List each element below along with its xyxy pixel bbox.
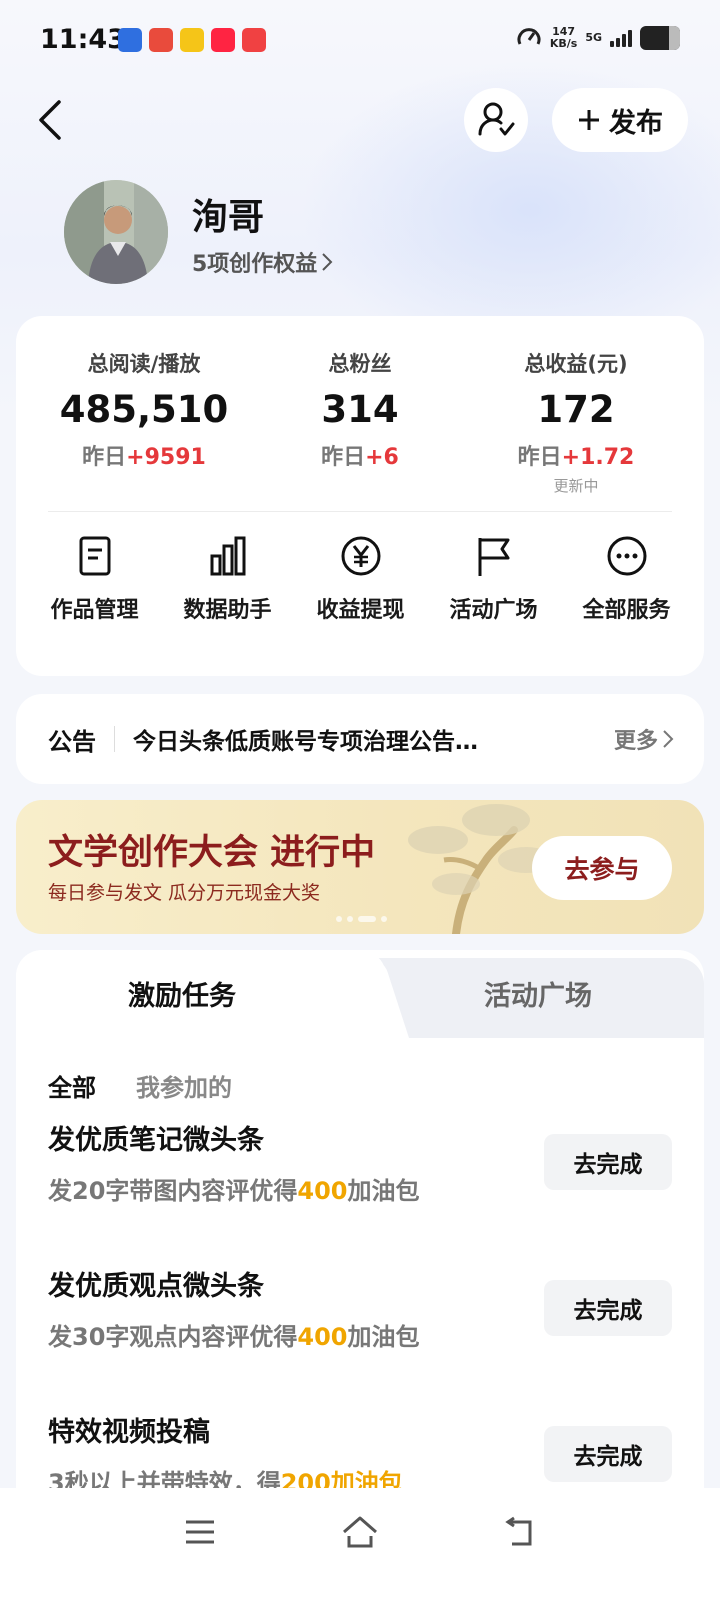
stat-value: 172 bbox=[537, 388, 615, 431]
more-label: 更多 bbox=[613, 729, 658, 754]
desc-suffix: 加油包 bbox=[347, 1177, 420, 1205]
benefits-label: 5项创作权益 bbox=[192, 252, 318, 277]
updating-note: 更新中 bbox=[553, 477, 599, 495]
more-icon bbox=[607, 536, 646, 576]
announcement-bar[interactable]: 公告 今日头条低质账号专项治理公告… 更多 bbox=[16, 694, 704, 784]
app-notification-icon bbox=[242, 28, 266, 52]
switch-account-button[interactable] bbox=[464, 88, 528, 152]
user-check-icon bbox=[478, 102, 515, 136]
app-notification-icon bbox=[149, 28, 173, 52]
chevron-right-icon bbox=[663, 730, 674, 748]
yesterday-prefix: 昨日 bbox=[82, 445, 127, 470]
stat-total-fans[interactable]: 总粉丝 314 昨日+6 bbox=[264, 348, 456, 471]
stat-yesterday: 昨日+6 bbox=[264, 439, 456, 471]
complete-task-button[interactable]: 去完成 bbox=[544, 1280, 672, 1336]
app-notification-icon bbox=[180, 28, 204, 52]
stat-total-reads[interactable]: 总阅读/播放 485,510 昨日+9591 bbox=[48, 348, 240, 471]
filter-joined[interactable]: 我参加的 bbox=[136, 1068, 232, 1103]
reward-amount: 400 bbox=[297, 1323, 348, 1351]
stat-label: 总收益(元) bbox=[524, 352, 628, 376]
stat-label: 总阅读/播放 bbox=[87, 352, 201, 376]
desc-suffix: 加油包 bbox=[347, 1323, 420, 1351]
announcement-tag: 公告 bbox=[48, 727, 96, 756]
divider bbox=[114, 726, 115, 752]
yesterday-delta: +6 bbox=[365, 445, 399, 470]
announcement-more-link[interactable]: 更多 bbox=[614, 723, 674, 755]
battery-icon bbox=[640, 26, 680, 50]
yesterday-prefix: 昨日 bbox=[517, 445, 562, 470]
speed-unit: KB/s bbox=[549, 37, 578, 50]
task-item: 发优质观点微头条 发30字观点内容评优得400加油包 去完成 bbox=[48, 1264, 672, 1374]
avatar-photo bbox=[64, 180, 168, 284]
desc-text: 发30字观点内容评优得 bbox=[48, 1323, 298, 1351]
status-time: 11:43 bbox=[40, 24, 126, 55]
network-type: 5G bbox=[585, 31, 602, 44]
filter-all[interactable]: 全部 bbox=[48, 1068, 96, 1103]
tab-activity-plaza[interactable]: 活动广场 bbox=[484, 974, 592, 1013]
stat-label: 总粉丝 bbox=[328, 352, 392, 376]
menu-icon[interactable] bbox=[180, 1512, 220, 1552]
flag-icon bbox=[478, 538, 509, 576]
back-button[interactable] bbox=[30, 96, 70, 144]
pine-tree-illustration bbox=[408, 804, 554, 934]
chevron-right-icon bbox=[322, 253, 333, 271]
tab-incentive-tasks[interactable]: 激励任务 bbox=[128, 974, 236, 1013]
yesterday-delta: +9591 bbox=[126, 445, 206, 470]
service-label: 活动广场 bbox=[449, 598, 538, 623]
service-label: 全部服务 bbox=[582, 598, 671, 623]
document-icon bbox=[79, 536, 110, 576]
yen-icon bbox=[341, 536, 380, 576]
creator-benefits-link[interactable]: 5项创作权益 bbox=[192, 246, 333, 278]
complete-task-button[interactable]: 去完成 bbox=[544, 1134, 672, 1190]
home-icon[interactable] bbox=[340, 1512, 380, 1552]
chevron-left-icon bbox=[39, 100, 61, 140]
bar-chart-icon bbox=[210, 536, 245, 576]
complete-task-button[interactable]: 去完成 bbox=[544, 1426, 672, 1482]
stat-value: 314 bbox=[321, 388, 399, 431]
system-navigation-bar bbox=[0, 1488, 720, 1608]
stat-yesterday: 昨日+9591 bbox=[48, 439, 240, 471]
task-filters: 全部 我参加的 bbox=[48, 1068, 232, 1103]
service-earnings-withdraw[interactable]: 收益提现 bbox=[294, 534, 427, 624]
publish-label: 发布 bbox=[609, 107, 663, 139]
status-indicators: 147 KB/s 5G bbox=[516, 25, 680, 51]
stat-total-earnings[interactable]: 总收益(元) 172 昨日+1.72 更新中 bbox=[480, 348, 672, 496]
services-row: 作品管理 数据助手 收益提现 活动广场 全部服务 bbox=[16, 534, 704, 624]
announcement-text[interactable]: 今日头条低质账号专项治理公告… bbox=[133, 722, 553, 756]
network-speed: 147 KB/s bbox=[550, 26, 577, 50]
plus-icon bbox=[579, 110, 599, 130]
speedometer-icon bbox=[517, 28, 541, 45]
stat-yesterday: 昨日+1.72 bbox=[480, 439, 672, 471]
service-label: 收益提现 bbox=[316, 598, 405, 623]
back-nav-icon[interactable] bbox=[500, 1512, 540, 1552]
app-notification-icon bbox=[118, 28, 142, 52]
carousel-indicator bbox=[336, 916, 387, 922]
join-button[interactable]: 去参与 bbox=[532, 836, 672, 900]
banner-subtitle: 每日参与发文 瓜分万元现金大奖 bbox=[48, 882, 321, 904]
service-label: 作品管理 bbox=[50, 598, 139, 623]
task-item: 发优质笔记微头条 发20字带图内容评优得400加油包 去完成 bbox=[48, 1118, 672, 1228]
service-label: 数据助手 bbox=[183, 598, 272, 623]
app-notification-icon bbox=[211, 28, 235, 52]
service-works-management[interactable]: 作品管理 bbox=[28, 534, 161, 624]
banner-title: 文学创作大会 进行中 bbox=[48, 833, 376, 873]
avatar[interactable] bbox=[64, 180, 168, 284]
service-all-services[interactable]: 全部服务 bbox=[560, 534, 693, 624]
signal-icon bbox=[610, 29, 632, 47]
reward-amount: 400 bbox=[297, 1177, 348, 1205]
yesterday-prefix: 昨日 bbox=[321, 445, 366, 470]
service-activity-plaza[interactable]: 活动广场 bbox=[427, 534, 560, 624]
stats-card: 总阅读/播放 485,510 昨日+9591 总粉丝 314 昨日+6 总收益(… bbox=[16, 316, 704, 676]
status-bar: 11:43 147 KB/s 5G bbox=[0, 0, 720, 84]
yesterday-delta: +1.72 bbox=[561, 445, 635, 470]
publish-button[interactable]: 发布 bbox=[552, 88, 688, 152]
service-data-assistant[interactable]: 数据助手 bbox=[161, 534, 294, 624]
notification-icons bbox=[118, 28, 266, 52]
username: 洵哥 bbox=[192, 197, 265, 238]
divider bbox=[48, 511, 672, 512]
desc-text: 发20字带图内容评优得 bbox=[48, 1177, 298, 1205]
promo-banner[interactable]: 文学创作大会 进行中 每日参与发文 瓜分万元现金大奖 去参与 bbox=[16, 800, 704, 934]
stat-value: 485,510 bbox=[59, 388, 229, 431]
